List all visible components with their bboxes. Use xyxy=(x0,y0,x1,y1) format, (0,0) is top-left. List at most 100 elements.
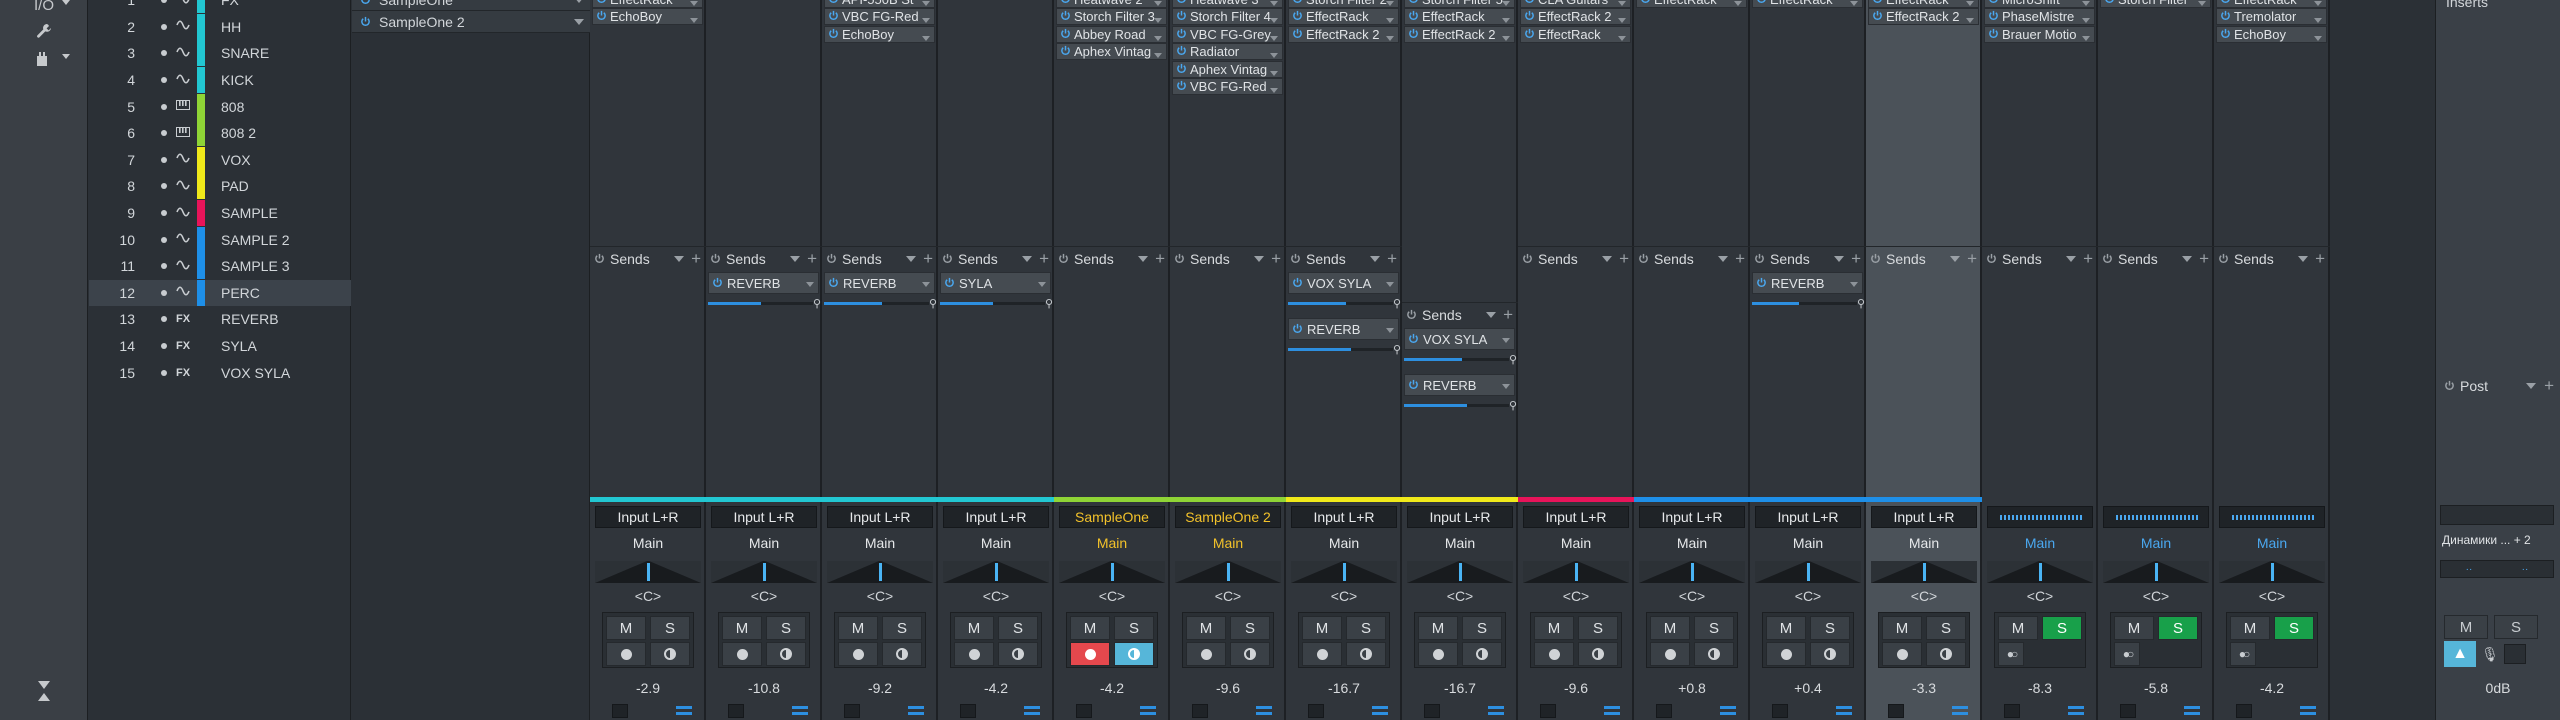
chevron-down-icon[interactable] xyxy=(2082,18,2090,24)
chevron-down-icon[interactable] xyxy=(1386,282,1394,287)
chevron-down-icon[interactable] xyxy=(1618,35,1626,41)
insert-slot[interactable]: Storch Filter 2 xyxy=(1288,0,1399,8)
output-selector[interactable]: Main xyxy=(1871,532,1977,554)
record-button[interactable] xyxy=(1766,642,1806,666)
insert-slot[interactable]: VBC FG-Grey xyxy=(1172,25,1283,43)
main-mute-button[interactable]: M xyxy=(2444,615,2488,639)
channel-strip[interactable]: Heatwave 2 Storch Filter 3Abbey Road Aphex… xyxy=(1054,0,1170,720)
send-level-slider[interactable]: ⚲ xyxy=(1288,298,1401,310)
channel-strip[interactable]: Sends + SYLA ⚲ Input L+R Main <C> M S -4.2 xyxy=(938,0,1054,720)
input-selector[interactable]: Input L+R xyxy=(943,506,1049,528)
main-post-header[interactable]: Post + xyxy=(2436,374,2560,398)
pin-icon[interactable]: ⚲ xyxy=(1509,353,1517,366)
mute-button[interactable]: M xyxy=(838,616,878,640)
monitor-button[interactable] xyxy=(882,642,922,666)
insert-slot[interactable]: EffectRack 2 xyxy=(1404,25,1515,43)
track-row[interactable]: 10 SAMPLE 2 xyxy=(89,226,351,253)
power-icon[interactable] xyxy=(1408,378,1419,393)
mute-button[interactable]: M xyxy=(1418,616,1458,640)
power-icon[interactable] xyxy=(1292,322,1303,337)
mute-button[interactable]: M xyxy=(954,616,994,640)
insert-slot[interactable]: Storch Filter 5 xyxy=(1404,0,1515,8)
chevron-down-icon[interactable] xyxy=(1618,1,1626,6)
output-selector[interactable]: Main xyxy=(827,532,933,554)
channel-strip[interactable]: Heatwave 3 Storch Filter 4VBC FG-Grey Radi… xyxy=(1170,0,1286,720)
power-icon[interactable] xyxy=(1756,276,1767,291)
insert-slot[interactable]: PhaseMistre xyxy=(1984,8,2095,26)
solo-button[interactable]: S xyxy=(1346,616,1386,640)
input-selector[interactable]: Input L+R xyxy=(595,506,701,528)
io-button[interactable]: I/O xyxy=(14,0,74,18)
insert-slot[interactable]: EffectRack 2 xyxy=(1520,8,1631,26)
chevron-down-icon[interactable] xyxy=(1270,88,1278,93)
power-icon[interactable] xyxy=(1060,27,1071,42)
chevron-down-icon[interactable] xyxy=(1270,1,1278,6)
input-row[interactable]: SampleOne 2 xyxy=(352,11,590,33)
sends-header[interactable]: Sends + xyxy=(1402,302,1518,326)
power-icon[interactable] xyxy=(1290,251,1301,267)
power-icon[interactable] xyxy=(2220,27,2231,42)
power-icon[interactable] xyxy=(1176,44,1187,59)
input-selector[interactable]: Input L+R xyxy=(1523,506,1629,528)
power-icon[interactable] xyxy=(1060,9,1071,24)
solo-button[interactable]: S xyxy=(650,616,690,640)
pan-control[interactable] xyxy=(827,561,933,583)
channel-strip[interactable]: EffectRack EchoBoy Sends + Input L+R Main <C> M… xyxy=(590,0,706,720)
output-selector[interactable]: Main xyxy=(711,532,817,554)
power-icon[interactable] xyxy=(1058,251,1069,267)
mute-button[interactable]: M xyxy=(1186,616,1226,640)
chevron-down-icon[interactable] xyxy=(1850,282,1858,287)
send-slot[interactable]: REVERB xyxy=(1752,272,1863,294)
power-icon[interactable] xyxy=(1408,27,1419,42)
output-selector[interactable]: Main xyxy=(1059,532,1165,554)
chevron-down-icon[interactable] xyxy=(790,256,800,262)
track-row[interactable]: 1 FX xyxy=(89,0,351,14)
solo-button[interactable]: S xyxy=(2042,616,2082,640)
send-slot[interactable]: REVERB xyxy=(1288,318,1399,340)
chevron-down-icon[interactable] xyxy=(2198,1,2206,6)
sends-header[interactable]: Sends + xyxy=(706,246,822,270)
fader-cap[interactable] xyxy=(1540,704,1556,718)
input-selector[interactable] xyxy=(2103,506,2209,528)
mute-button[interactable]: M xyxy=(1998,616,2038,640)
chevron-down-icon[interactable] xyxy=(1370,256,1380,262)
record-button[interactable] xyxy=(1882,642,1922,666)
record-button[interactable] xyxy=(606,642,646,666)
mute-button[interactable]: M xyxy=(2230,616,2270,640)
record-button[interactable] xyxy=(1534,642,1574,666)
insert-slot[interactable]: EffectRack xyxy=(1868,0,1979,8)
power-icon[interactable] xyxy=(594,251,605,267)
input-selector[interactable]: Input L+R xyxy=(827,506,933,528)
power-icon[interactable] xyxy=(1060,0,1071,7)
mute-button[interactable]: M xyxy=(1650,616,1690,640)
fader-cap[interactable] xyxy=(1424,704,1440,718)
insert-slot[interactable]: Storch Filter 4 xyxy=(1172,8,1283,26)
power-icon[interactable] xyxy=(1522,251,1533,267)
pan-control[interactable] xyxy=(2103,561,2209,583)
chevron-down-icon[interactable] xyxy=(574,0,584,3)
solo-button[interactable]: S xyxy=(766,616,806,640)
fader-cap[interactable] xyxy=(844,704,860,718)
monitor-button[interactable] xyxy=(1462,642,1502,666)
input-selector[interactable]: Input L+R xyxy=(711,506,817,528)
fader-cap[interactable] xyxy=(2236,704,2252,718)
record-button[interactable] xyxy=(1418,642,1458,666)
power-icon[interactable] xyxy=(1176,79,1187,94)
solo-button[interactable]: S xyxy=(2158,616,2198,640)
record-button[interactable] xyxy=(1186,642,1226,666)
main-output-label[interactable]: Динамики ... + 2 xyxy=(2442,533,2531,547)
chevron-down-icon[interactable] xyxy=(1502,338,1510,343)
pan-control[interactable] xyxy=(1639,561,1745,583)
chevron-down-icon[interactable] xyxy=(922,1,930,6)
power-icon[interactable] xyxy=(828,9,839,24)
power-icon[interactable] xyxy=(1754,251,1765,267)
insert-slot[interactable]: EffectRack xyxy=(1752,0,1863,8)
output-selector[interactable]: Main xyxy=(1987,532,2093,554)
solo-button[interactable]: S xyxy=(1114,616,1154,640)
record-button[interactable] xyxy=(1070,642,1110,666)
insert-slot[interactable]: EffectRack 2 xyxy=(1288,25,1399,43)
pan-control[interactable] xyxy=(711,561,817,583)
send-level-slider[interactable]: ⚲ xyxy=(824,298,937,310)
power-icon[interactable] xyxy=(1292,276,1303,291)
add-icon[interactable]: + xyxy=(1155,249,1165,269)
